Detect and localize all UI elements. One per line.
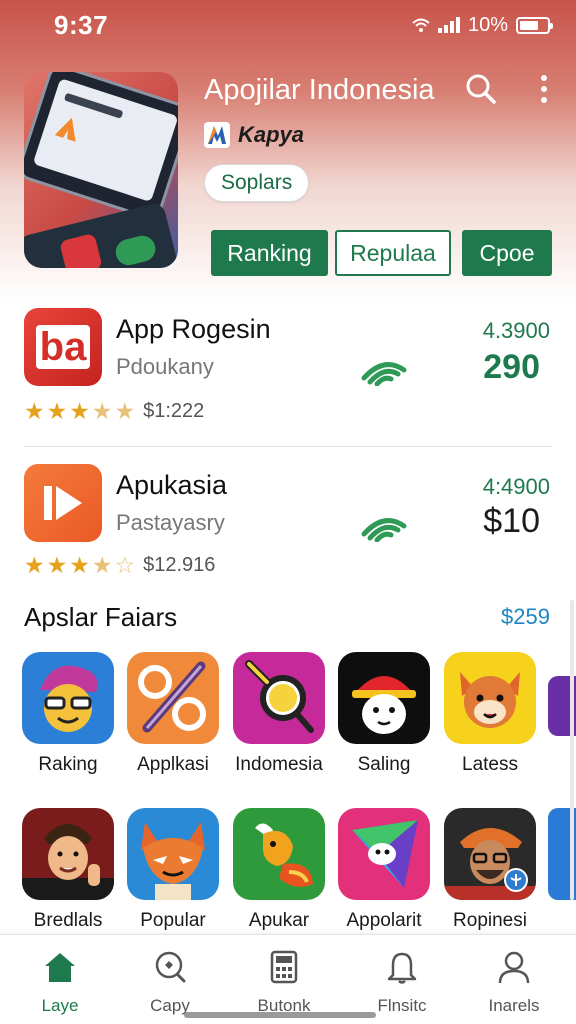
wifi-icon [361, 362, 407, 386]
grid-app-label: Apukar [248, 910, 310, 931]
phone-illustration [24, 72, 178, 223]
fox-tail-icon [233, 808, 325, 900]
home-indicator[interactable] [184, 1012, 376, 1018]
tab-cpoe[interactable]: Cpoe [462, 230, 552, 276]
app-count: $10 [483, 502, 540, 540]
star-icon: ★ [46, 552, 68, 578]
star-icon: ★ [24, 398, 45, 424]
grid-app-label: Applkasi [137, 754, 209, 775]
hero-image [24, 72, 178, 268]
paper-plane-icon [338, 808, 430, 900]
grid-app-item[interactable]: Popular [125, 808, 221, 932]
fox-face-icon [444, 652, 536, 744]
grid-app-label: Ropinesi [453, 910, 527, 931]
nav-label: Inarels [488, 996, 540, 1015]
star-icon: ★ [46, 398, 68, 424]
ba-logo-icon: ba [24, 308, 102, 386]
tab-repulaa[interactable]: Repulaa [335, 230, 451, 276]
nav-item-calculator[interactable]: Butonk [234, 949, 334, 1016]
grid-app-item[interactable]: Latess [442, 652, 538, 776]
status-time: 9:37 [54, 9, 109, 40]
bell-icon [387, 952, 417, 984]
turban-man-icon [444, 808, 536, 900]
grid-app-label: Bredlals [33, 910, 103, 931]
app-rating: 4.3900 [482, 318, 550, 343]
grid-app-label: Saling [357, 754, 411, 775]
grid-app-item[interactable]: Saling [336, 652, 432, 776]
nav-item-search[interactable]: Capy [120, 949, 220, 1016]
person-thumbs-up-icon [22, 808, 114, 900]
grid-app-item[interactable]: Appolarit [336, 808, 432, 932]
home-icon [45, 953, 75, 982]
play-icon [24, 464, 102, 542]
fox-character-icon [127, 808, 219, 900]
grid-app-label: Appolarit [346, 910, 422, 931]
brand-row: Kapya [204, 122, 304, 148]
star-rating: ★ ★ ★ ★ ☆ $12.916 [24, 552, 215, 579]
bottom-navigation: Laye Capy Butonk Flnsitc Inarels [0, 934, 576, 1024]
app-rating: 4:4900 [482, 474, 550, 499]
scrollbar[interactable] [570, 600, 574, 900]
star-icon: ★ [91, 398, 113, 424]
calculator-icon [270, 950, 298, 984]
brand-logo-icon [204, 122, 230, 148]
star-icon: ★ [24, 552, 45, 578]
page-title: Apojilar Indonesia [204, 74, 435, 106]
nav-item-home[interactable]: Laye [10, 949, 110, 1016]
battery-percent: 10% [467, 13, 508, 36]
grid-app-label: Indomesia [235, 754, 323, 775]
grid-app-label: Popular [140, 910, 206, 931]
person-icon [498, 951, 530, 984]
app-name: App Rogesin [116, 314, 271, 344]
app-name: Apukasia [116, 470, 228, 500]
section-title: Apslar Faiars [24, 602, 178, 632]
nav-item-profile[interactable]: Inarels [464, 949, 564, 1016]
percent-pen-icon [127, 652, 219, 744]
app-price: $1:222 [143, 400, 205, 422]
grid-app-item[interactable]: Ropinesi [442, 808, 538, 932]
phone-illustration-second [24, 201, 178, 268]
star-icon: ★ [91, 552, 113, 578]
category-chip[interactable]: Soplars [204, 164, 310, 202]
more-options-icon[interactable] [532, 72, 556, 106]
nav-item-notifications[interactable]: Flnsitc [352, 949, 452, 1016]
app-price: $12.916 [143, 554, 216, 576]
status-icons: 10% [412, 13, 553, 37]
tab-ranking[interactable]: Ranking [211, 230, 328, 276]
star-icon: ★ [69, 552, 90, 578]
cartoon-face-icon [22, 652, 114, 744]
magnifier-icon [233, 652, 325, 744]
hat-face-icon [338, 652, 430, 744]
section-link[interactable]: $259 [501, 604, 550, 630]
app-list-item[interactable]: Apukasia Pastayasry ★ ★ ★ ★ ☆ $12.916 4:4900… [0, 462, 576, 602]
brand-name: Kapya [238, 122, 305, 147]
divider [24, 446, 552, 447]
wifi-icon [412, 18, 430, 32]
wifi-icon [361, 518, 407, 542]
signal-icon [437, 17, 460, 33]
status-bar: 9:37 10% [0, 0, 576, 50]
grid-app-item[interactable]: Indomesia [231, 652, 327, 776]
nav-label: Laye [41, 996, 79, 1015]
star-icon: ★ [114, 398, 136, 424]
app-subtitle: Pastayasry [116, 510, 225, 535]
grid-app-label: Latess [462, 754, 518, 775]
star-rating: ★ ★ ★ ★ ★ $1:222 [24, 398, 204, 425]
grid-app-label: Raking [38, 754, 98, 775]
star-icon: ☆ [114, 552, 136, 578]
star-icon: ★ [69, 398, 90, 424]
grid-app-item[interactable]: Apukar [231, 808, 327, 932]
grid-app-item[interactable]: Bredlals [20, 808, 116, 932]
grid-app-item[interactable]: Raking [20, 652, 116, 776]
app-subtitle: Pdoukany [116, 354, 214, 379]
search-icon [155, 951, 186, 983]
search-icon[interactable] [464, 72, 498, 106]
app-list-item[interactable]: ba App Rogesin Pdoukany ★ ★ ★ ★ ★ $1:222 4.3… [0, 306, 576, 446]
grid-app-item[interactable]: Applkasi [125, 652, 221, 776]
app-count: 290 [483, 348, 540, 386]
battery-icon [516, 16, 553, 34]
